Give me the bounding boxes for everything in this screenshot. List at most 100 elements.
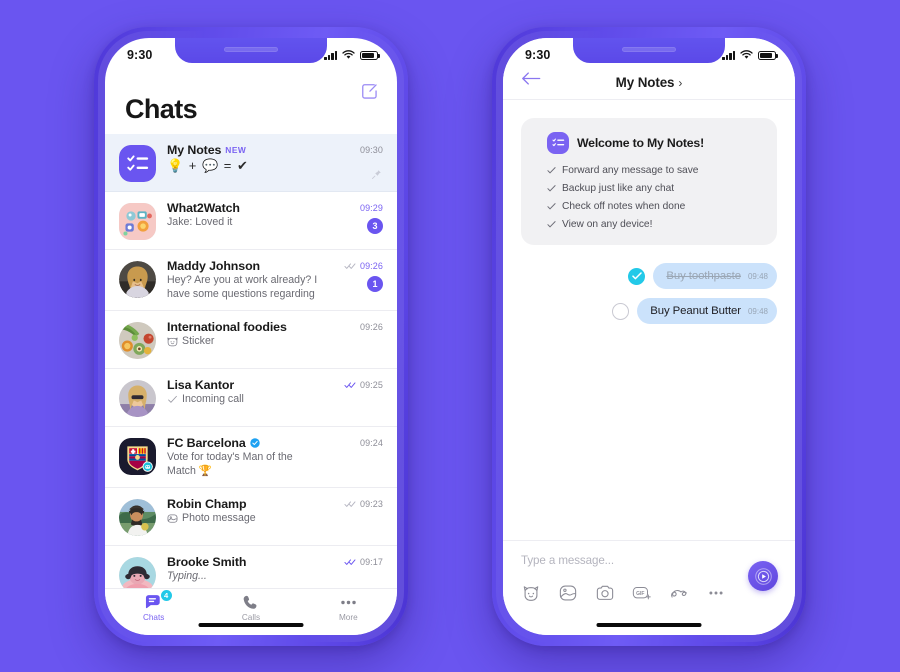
photo-icon [167,514,178,523]
home-indicator [198,622,304,627]
battery-icon [360,50,380,60]
chat-name-text: What2Watch [167,201,240,215]
call-arrow-icon [168,396,177,403]
check-icon [547,167,556,174]
bottom-tab-bar[interactable]: 4 Chats Calls More [105,588,397,635]
my-notes-icon [547,132,569,154]
notch-right [573,38,725,63]
note-message-row[interactable]: Buy toothpaste 09:48 [521,263,777,289]
read-ticks-icon [344,382,356,388]
chat-name: Robin Champ [167,497,322,511]
page-title[interactable]: My Notes › [616,75,683,90]
chat-row[interactable]: Maddy Johnson Hey? Are you at work alrea… [105,250,397,312]
message-bubble[interactable]: Buy Peanut Butter 09:48 [637,298,777,324]
chat-preview: Typing... [167,570,322,584]
chat-name-text: FC Barcelona [167,436,246,451]
chat-row[interactable]: What2Watch Jake: Loved it 09:29 3 [105,192,397,250]
avatar [119,261,156,298]
chat-name: Brooke Smith [167,555,322,569]
chat-preview-text: Sticker [182,335,215,348]
chat-preview-text: Photo message [182,512,256,525]
chat-row-main: Lisa Kantor Incoming call [167,378,326,407]
chat-row-meta: 09:26 1 [337,259,383,292]
chat-preview: Jake: Loved it [167,216,322,230]
message-list[interactable]: Buy toothpaste 09:48 Buy Peanut Butter 0… [521,263,777,324]
message-time: 09:48 [747,272,768,281]
message-input[interactable]: Type a message... [521,554,777,567]
gallery-icon[interactable] [558,583,578,603]
chat-time-wrap: 09:29 [360,203,383,213]
message-bubble[interactable]: Buy toothpaste 09:48 [653,263,777,289]
welcome-feature-item: View on any device! [547,219,761,230]
tab-label: Chats [142,613,165,622]
chevron-right-icon: › [678,75,683,90]
gif-icon[interactable]: GIF [632,583,652,603]
welcome-feature-text: Backup just like any chat [562,183,675,194]
tab-label: Calls [241,613,261,622]
chat-name: My Notes NEW [167,143,322,157]
welcome-feature-item: Backup just like any chat [547,183,761,194]
signal-icon [722,51,735,60]
chat-time: 09:30 [359,145,383,155]
chat-name: International foodies [167,320,322,334]
battery-icon [758,50,778,60]
chat-row-main: Robin Champ Photo message [167,497,326,526]
tab-icon-wrap [242,594,259,611]
chat-row-meta: 09:24 [337,436,383,448]
message-text: Buy Peanut Butter [650,305,741,317]
note-checkbox[interactable] [612,302,630,320]
doodle-icon[interactable] [669,583,689,603]
chat-row[interactable]: FC Barcelona Vote for today's Man of the… [105,427,397,489]
chat-time: 09:24 [359,438,383,449]
avatar [119,438,156,476]
camera-icon[interactable] [595,583,615,603]
chat-row[interactable]: Robin Champ Photo message 09:23 [105,488,397,547]
chat-preview: Hey? Are you at work already? I have som… [167,274,322,301]
welcome-feature-text: Forward any message to save [562,165,699,176]
chat-name-text: My Notes [167,143,222,157]
tab-badge: 4 [159,589,173,602]
back-arrow-icon[interactable] [521,71,541,86]
chat-row-meta: 09:23 [337,497,383,509]
voice-send-icon[interactable] [748,561,778,591]
message-composer: Type a message... GIF [503,540,795,635]
chat-name: Lisa Kantor [167,378,322,392]
chat-row-main: What2Watch Jake: Loved it [167,201,326,230]
tab-more[interactable]: More [313,594,383,622]
speaker-slit [622,47,676,52]
welcome-feature-text: View on any device! [562,219,653,230]
chat-name-text: Robin Champ [167,497,247,512]
chat-row-meta: 09:26 [337,320,383,332]
chat-row-meta: 09:17 [337,555,383,567]
chat-row[interactable]: My Notes NEW 💡 + 💬 = ✔ 09:30 [105,134,397,192]
tab-chats[interactable]: 4 Chats [119,589,189,622]
chat-time: 09:26 [359,322,383,333]
avatar [119,203,156,240]
chat-name-text: Lisa Kantor [167,378,235,393]
chat-preview: 💡 + 💬 = ✔ [167,158,322,175]
compose-icon[interactable] [360,82,379,101]
read-ticks-icon [344,263,356,269]
chat-list[interactable]: My Notes NEW 💡 + 💬 = ✔ 09:30 What2Watch J… [105,134,397,588]
note-message-row[interactable]: Buy Peanut Butter 09:48 [521,298,777,324]
tab-icon-wrap [339,594,358,611]
note-checkbox[interactable] [628,267,646,285]
read-ticks-icon [344,501,356,508]
more-dots-icon[interactable] [706,583,726,603]
notes-body: Welcome to My Notes! Forward any message… [503,100,795,540]
chat-row[interactable]: International foodies Sticker 09:26 [105,311,397,370]
tab-calls[interactable]: Calls [216,594,286,622]
speaker-slit [224,47,278,52]
chat-name-text: International foodies [167,320,287,335]
right-screen: 9:30 My Notes › Welcome to My Notes! For… [503,38,795,635]
chat-row-main: Maddy Johnson Hey? Are you at work alrea… [167,259,326,301]
avatar [119,557,156,588]
notch-left [175,38,327,63]
wifi-icon [342,50,355,59]
chat-row-main: My Notes NEW 💡 + 💬 = ✔ [167,143,326,175]
chat-row[interactable]: Lisa Kantor Incoming call 09:25 [105,369,397,428]
status-time: 9:30 [525,48,551,62]
sticker-cat-icon[interactable] [521,583,541,603]
avatar [119,380,156,418]
chat-row[interactable]: Brooke Smith Typing... 09:17 [105,546,397,588]
